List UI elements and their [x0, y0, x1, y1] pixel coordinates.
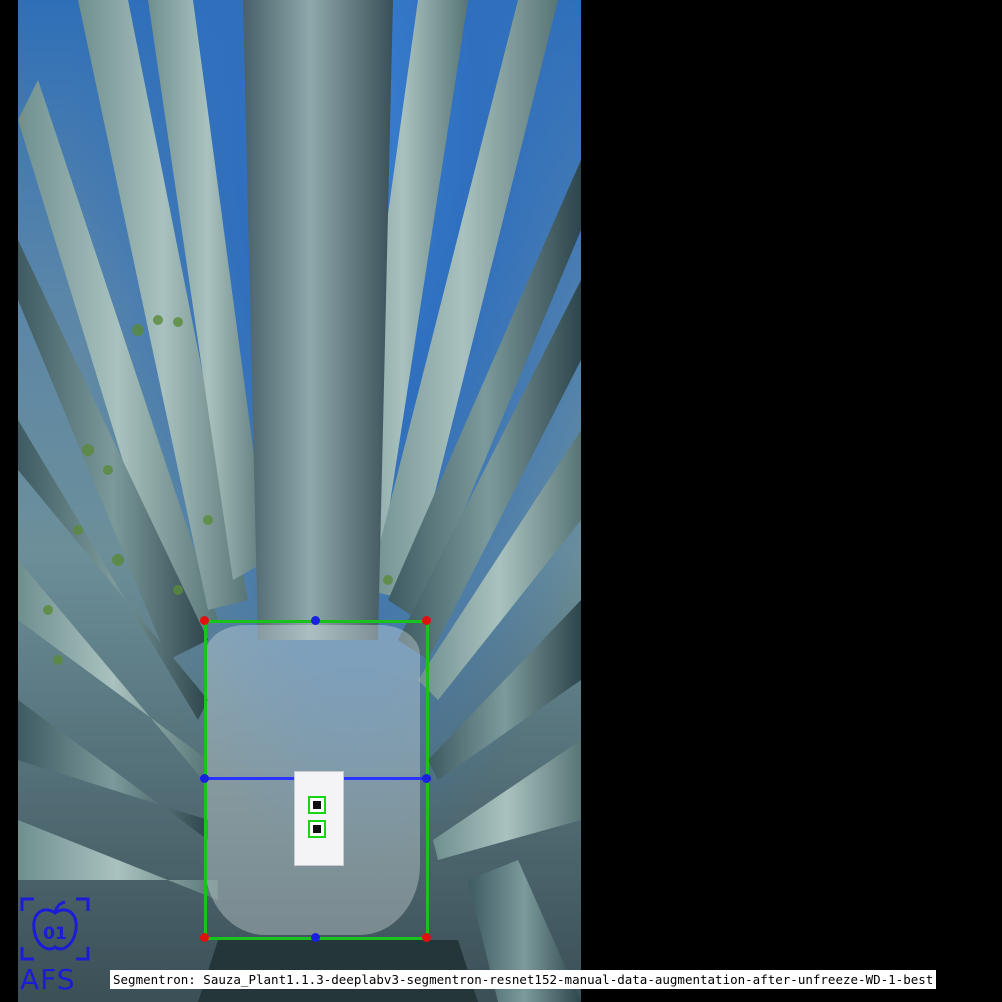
- model-caption: Segmentron: Sauza_Plant1.1.3-deeplabv3-s…: [110, 970, 937, 989]
- corner-handle-bottom-right[interactable]: [422, 933, 431, 942]
- aruco-marker-bottom: [308, 820, 326, 838]
- apple-01-icon: 01: [20, 897, 90, 961]
- aruco-marker-card: [294, 771, 344, 866]
- midpoint-handle-top[interactable]: [311, 616, 320, 625]
- midpoint-handle-bottom[interactable]: [311, 933, 320, 942]
- midpoint-handle-right[interactable]: [422, 774, 431, 783]
- afs-logo-text: AFS: [20, 963, 76, 996]
- afs-logo: 01 AFS: [18, 895, 96, 1000]
- aruco-marker-top: [308, 796, 326, 814]
- corner-handle-top-left[interactable]: [200, 616, 209, 625]
- corner-handle-top-right[interactable]: [422, 616, 431, 625]
- midpoint-handle-left[interactable]: [200, 774, 209, 783]
- svg-text:01: 01: [43, 924, 67, 944]
- corner-handle-bottom-left[interactable]: [200, 933, 209, 942]
